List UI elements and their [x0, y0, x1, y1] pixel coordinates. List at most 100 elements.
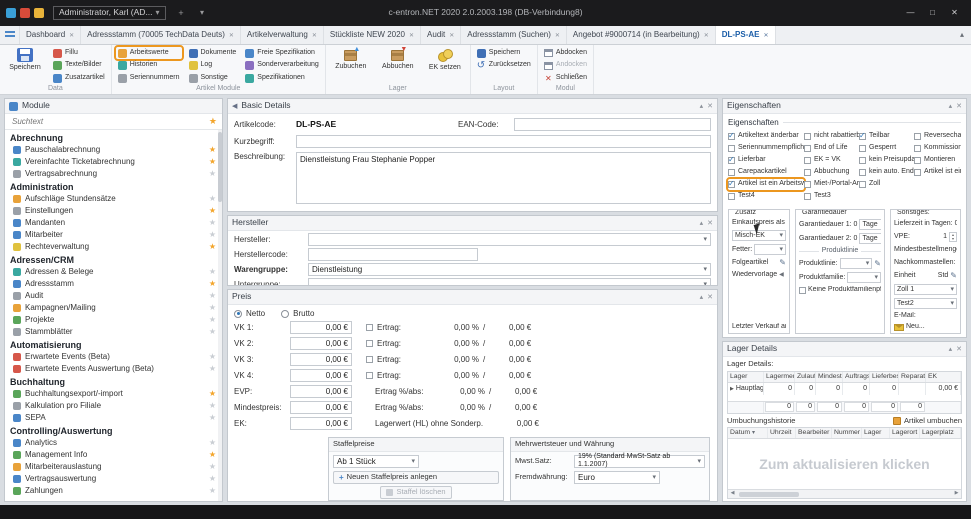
tab-stueckliste[interactable]: Stückliste NEW 2020: [324, 26, 421, 44]
checkbox-seriennummernpflichtig[interactable]: Seriennummernpflichtig: [728, 143, 804, 154]
checkbox-kein-auto-eol[interactable]: kein auto. End of Life: [859, 167, 914, 178]
herstellercode-input[interactable]: [308, 248, 478, 261]
speichern-button[interactable]: Speichern: [4, 46, 46, 71]
close-icon[interactable]: [707, 292, 713, 302]
sidebar-item-erwartete-events[interactable]: Erwartete Events (Beta): [5, 351, 222, 363]
zubuchen-button[interactable]: Zubuchen: [330, 46, 372, 70]
abdocken-button[interactable]: Abdocken: [542, 47, 589, 59]
seriennummern-button[interactable]: Seriennummern: [116, 72, 182, 84]
layout-speichern-button[interactable]: Speichern: [475, 47, 533, 59]
checkbox-carepackartikel[interactable]: Carepackartikel: [728, 167, 804, 178]
sidebar-item-management-info[interactable]: Management Info: [5, 449, 222, 461]
favorite-star-icon[interactable]: [209, 157, 216, 166]
mindestpreis-input[interactable]: 0,00 €: [290, 401, 352, 414]
column-header-mindestbestand[interactable]: Mindestbes...: [816, 372, 843, 382]
favorite-star-icon[interactable]: [209, 364, 216, 373]
tab-close-icon[interactable]: [449, 30, 454, 40]
prev-next-icons[interactable]: [779, 272, 786, 279]
sidebar-item-mitarbeiter[interactable]: Mitarbeiter: [5, 229, 222, 241]
sidebar-item-erwartete-events-auswertung[interactable]: Erwartete Events Auswertung (Beta): [5, 363, 222, 375]
main-menu-button[interactable]: [0, 26, 20, 44]
maximize-button[interactable]: [922, 5, 943, 22]
column-header-lagermenge[interactable]: Lagermenge: [764, 372, 795, 382]
vk1-input[interactable]: 0,00 €: [290, 321, 352, 334]
staffel-loeschen-button[interactable]: Staffel löschen: [380, 486, 451, 499]
vpe-value[interactable]: 1: [943, 233, 947, 241]
tab-angebot[interactable]: Angebot #9000714 (in Bearbeitung): [567, 26, 716, 44]
sidebar-item-buchhaltungsexport[interactable]: Buchhaltungsexport/-import: [5, 388, 222, 400]
spinner-icon[interactable]: [949, 232, 957, 242]
refresh-watermark[interactable]: Zum aktualisieren klicken: [728, 439, 961, 489]
column-header-reparaturbestand[interactable]: Reparaturb...: [899, 372, 926, 382]
search-input[interactable]: [10, 116, 205, 127]
pin-icon[interactable]: [949, 344, 953, 354]
sonstige-button[interactable]: Sonstige: [187, 72, 239, 84]
column-header-datum[interactable]: Datum: [728, 428, 768, 438]
favorite-star-icon[interactable]: [209, 486, 216, 495]
checkbox-test3[interactable]: Test3: [804, 191, 859, 202]
sidebar-item-sepa[interactable]: SEPA: [5, 412, 222, 424]
mwst-select[interactable]: 19% (Standard MwSt-Satz ab 1.1.2007): [574, 455, 705, 468]
test2-select[interactable]: Test2: [894, 298, 957, 309]
edit-icon[interactable]: [950, 271, 957, 281]
garantie1-unit-select[interactable]: Tage: [859, 219, 881, 230]
favorite-star-icon[interactable]: [209, 389, 216, 398]
garantie2-value[interactable]: 0: [854, 235, 858, 243]
sidebar-item-kalkulation[interactable]: Kalkulation pro Filiale: [5, 400, 222, 412]
scroll-right-icon[interactable]: ▶: [952, 490, 961, 498]
schliessen-button[interactable]: Schließen: [542, 72, 589, 84]
artikel-umbuchen-button[interactable]: Artikel umbuchen: [893, 417, 962, 426]
favorite-star-icon[interactable]: [209, 230, 216, 239]
freie-spezifikation-button[interactable]: Freie Spezifikation: [243, 47, 321, 59]
checkbox-lieferbar[interactable]: Lieferbar: [728, 155, 804, 166]
checkbox-montieren[interactable]: Montieren: [914, 155, 961, 166]
tab-close-icon[interactable]: [69, 30, 74, 40]
texte-bilder-button[interactable]: Texte/Bilder: [51, 60, 107, 72]
favorite-star-icon[interactable]: [209, 169, 216, 178]
close-icon[interactable]: [707, 218, 713, 228]
user-dropdown[interactable]: Administrator, Karl (AD...: [53, 6, 166, 20]
checkbox-zoll[interactable]: Zoll: [859, 179, 914, 190]
evp-input[interactable]: 0,00 €: [290, 385, 352, 398]
netto-radio[interactable]: [234, 310, 242, 318]
garantie1-value[interactable]: 0: [854, 221, 858, 229]
close-icon[interactable]: [956, 101, 962, 111]
sidebar-item-aufschlaege[interactable]: Aufschläge Stundensätze: [5, 193, 222, 205]
quick-access-icon-2[interactable]: [34, 8, 44, 18]
andocken-button[interactable]: Andocken: [542, 60, 589, 72]
sidebar-item-mandanten[interactable]: Mandanten: [5, 217, 222, 229]
checkbox-kommissionieren[interactable]: Kommissionieren: [914, 143, 961, 154]
sidebar-item-zahlungen[interactable]: Zahlungen: [5, 485, 222, 497]
app-icon[interactable]: [6, 8, 16, 18]
brutto-radio[interactable]: [281, 310, 289, 318]
quick-access-menu-icon[interactable]: [192, 5, 213, 22]
favorite-star-icon[interactable]: [209, 145, 216, 154]
produktlinie-section-label[interactable]: Produktlinie: [822, 247, 859, 255]
edit-icon[interactable]: [779, 258, 786, 268]
favorite-star-icon[interactable]: [209, 462, 216, 471]
favorite-star-icon[interactable]: [209, 291, 216, 300]
tab-audit[interactable]: Audit: [421, 26, 461, 44]
fetter-select[interactable]: [754, 244, 786, 255]
scrollbar-thumb[interactable]: [739, 492, 799, 497]
scroll-left-icon[interactable]: ◀: [728, 490, 737, 498]
ek-input[interactable]: 0,00 €: [290, 417, 352, 430]
favorite-star-icon[interactable]: [209, 242, 216, 251]
favorite-star-icon[interactable]: [209, 352, 216, 361]
favorite-star-icon[interactable]: [209, 327, 216, 336]
sidebar-scrollbar[interactable]: [218, 130, 222, 501]
hersteller-select[interactable]: [308, 233, 711, 246]
sidebar-item-kampagnen[interactable]: Kampagnen/Mailing: [5, 302, 222, 314]
produktfamilie-select[interactable]: [847, 272, 881, 283]
pin-icon[interactable]: [949, 101, 953, 111]
sidebar-item-projekte[interactable]: Projekte: [5, 314, 222, 326]
sidebar-item-einstellungen[interactable]: Einstellungen: [5, 205, 222, 217]
untergruppe-select[interactable]: [308, 278, 711, 286]
checkbox-artikeltext-aenderbar[interactable]: Artikeltext änderbar: [728, 131, 804, 142]
sidebar-item-stammblaetter[interactable]: Stammblätter: [5, 326, 222, 338]
tab-close-icon[interactable]: [704, 30, 709, 40]
sidebar-item-adressstamm[interactable]: Adressstamm: [5, 278, 222, 290]
checkbox-artikel-stueckliste[interactable]: Artikel ist eine Stückliste: [914, 167, 961, 178]
favorite-star-icon[interactable]: [209, 267, 216, 276]
close-icon[interactable]: [707, 101, 713, 111]
